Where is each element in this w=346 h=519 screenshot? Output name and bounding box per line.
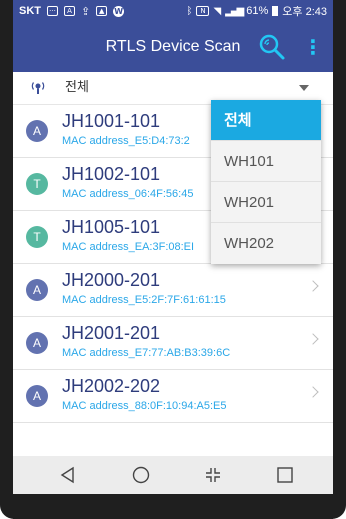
device-type-badge: A [26, 385, 48, 407]
carrier-label: SKT [19, 5, 41, 17]
device-mac-address: MAC address_06:4F:56:45 [62, 188, 194, 200]
device-type-badge: A [26, 332, 48, 354]
wifi-icon: ◥ [213, 5, 222, 17]
battery-percent: 61% [246, 5, 269, 17]
device-type-badge: A [26, 279, 48, 301]
device-type-badge: A [26, 120, 48, 142]
square-icon[interactable] [265, 456, 305, 494]
bluetooth-icon: ᛒ [186, 5, 193, 17]
device-type-badge: T [26, 226, 48, 248]
device-name: JH1005-101 [62, 217, 161, 237]
app-bar: RTLS Device Scan ⋮ [13, 22, 333, 72]
chevron-right-icon [307, 280, 319, 292]
device-name: JH2000-201 [62, 270, 161, 290]
home-icon[interactable] [121, 456, 161, 494]
device-mac-address: MAC address_E5:D4:73:2 [62, 135, 190, 147]
device-mac-address: MAC address_88:0F:10:94:A5:E5 [62, 400, 227, 412]
device-name: JH1001-101 [62, 111, 161, 131]
search-icon[interactable] [257, 32, 287, 62]
device-row[interactable]: A JH2002-202 MAC address_88:0F:10:94:A5:… [13, 370, 333, 423]
phone-screen: SKT ··· A ⇪ ▲ W ᛒ N ◥ ▂▄▆ 61% 오후 2:43 RT… [13, 0, 333, 494]
more-vert-icon[interactable]: ⋮ [303, 34, 323, 60]
nfc-icon: N [196, 6, 210, 16]
signal-icon: ▂▄▆ [225, 5, 244, 17]
battery-icon [272, 6, 279, 16]
a-icon: A [64, 6, 75, 16]
device-type-badge: T [26, 173, 48, 195]
device-name: JH1002-101 [62, 164, 161, 184]
status-bar: SKT ··· A ⇪ ▲ W ᛒ N ◥ ▂▄▆ 61% 오후 2:43 [13, 0, 333, 22]
device-mac-address: MAC address_EA:3F:08:EI [62, 241, 195, 253]
device-row[interactable]: A JH2001-201 MAC address_E7:77:AB:B3:39:… [13, 317, 333, 370]
location-beacon-icon [29, 79, 47, 97]
chevron-right-icon [307, 386, 319, 398]
dropdown-option-wh202[interactable]: WH202 [211, 223, 321, 264]
device-name: JH2001-201 [62, 323, 161, 343]
dropdown-option-all[interactable]: 전체 [211, 100, 321, 141]
usb-icon: ⇪ [81, 4, 91, 18]
device-mac-address: MAC address_E7:77:AB:B3:39:6C [62, 347, 231, 359]
image-icon: ▲ [96, 6, 108, 16]
device-name: JH2002-202 [62, 376, 161, 396]
system-nav-bar [13, 456, 333, 494]
device-mac-address: MAC address_E5:2F:7F:61:61:15 [62, 294, 226, 306]
w-icon: W [113, 5, 125, 17]
dropdown-option-wh101[interactable]: WH101 [211, 141, 321, 182]
dropdown-arrow-icon [299, 85, 309, 91]
back-icon[interactable] [48, 456, 88, 494]
filter-selected-label: 전체 [65, 80, 89, 95]
message-icon: ··· [47, 6, 58, 16]
device-row[interactable]: A JH2000-201 MAC address_E5:2F:7F:61:61:… [13, 264, 333, 317]
dropdown-option-wh201[interactable]: WH201 [211, 182, 321, 223]
recents-collapse-icon[interactable] [193, 456, 233, 494]
filter-dropdown-menu: 전체 WH101 WH201 WH202 [211, 100, 321, 264]
device-bottom-bezel [13, 494, 333, 519]
chevron-right-icon [307, 333, 319, 345]
status-time: 오후 2:43 [282, 6, 327, 18]
